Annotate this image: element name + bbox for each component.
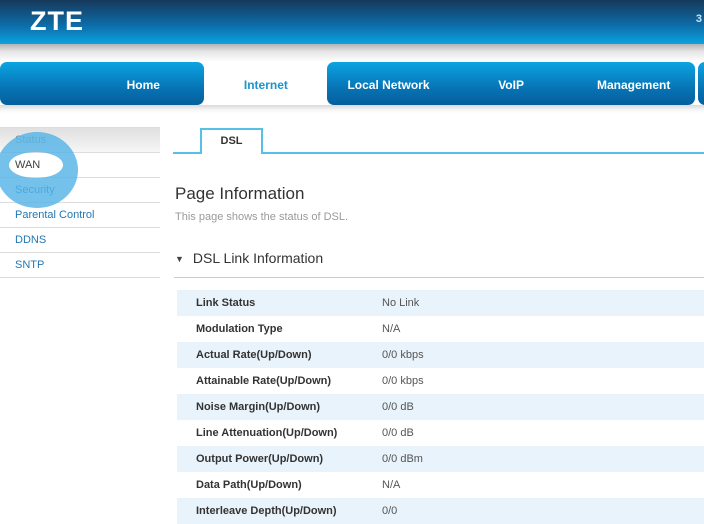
zte-logo: ZTE (30, 6, 84, 37)
table-row: Data Path(Up/Down) N/A (177, 472, 704, 498)
nav-shadow (0, 105, 704, 113)
row-label: Data Path(Up/Down) (177, 472, 382, 498)
table-row: Line Attenuation(Up/Down) 0/0 dB (177, 420, 704, 446)
row-label: Modulation Type (177, 316, 382, 342)
sidebar-item[interactable]: Status (0, 128, 160, 153)
table-row: Actual Rate(Up/Down) 0/0 kbps (177, 342, 704, 368)
header-partial-text: 3 (696, 13, 702, 25)
sidebar-item[interactable]: DDNS (0, 228, 160, 253)
sidebar-item[interactable]: WAN (0, 153, 160, 178)
row-value: 0/0 dB (382, 420, 704, 446)
row-label: Actual Rate(Up/Down) (177, 342, 382, 368)
nav-tab[interactable]: Local Network (327, 62, 450, 105)
row-value: No Link (382, 290, 704, 316)
nav-bar-cutoff-stub (698, 62, 704, 105)
page-title: Page Information (175, 184, 704, 204)
main-nav: Home Internet Local Network VoIP Managem… (0, 62, 704, 105)
row-label: Attainable Rate(Up/Down) (177, 368, 382, 394)
row-value: N/A (382, 316, 704, 342)
row-label: Line Attenuation(Up/Down) (177, 420, 382, 446)
brand-header: ZTE 3 (0, 0, 704, 44)
table-row: Interleave Depth(Up/Down) 0/0 (177, 498, 704, 524)
sidebar-item[interactable]: Parental Control (0, 203, 160, 228)
row-label: Link Status (177, 290, 382, 316)
row-label: Interleave Depth(Up/Down) (177, 498, 382, 524)
section-title: DSL Link Information (193, 250, 323, 266)
nav-tab[interactable]: VoIP (450, 62, 573, 105)
row-value: 0/0 dB (382, 394, 704, 420)
sidebar-menu: Status WAN Security Parental Control DDN… (0, 127, 160, 278)
dsl-link-info-table: Link Status No Link Modulation Type N/A … (177, 290, 704, 524)
nav-tabs: Home Internet Local Network VoIP Managem… (82, 62, 695, 105)
section-header: ▼ DSL Link Information (174, 250, 704, 278)
nav-tab[interactable]: Management (572, 62, 695, 105)
table-row: Link Status No Link (177, 290, 704, 316)
table-row: Attainable Rate(Up/Down) 0/0 kbps (177, 368, 704, 394)
row-label: Output Power(Up/Down) (177, 446, 382, 472)
collapse-triangle-icon[interactable]: ▼ (175, 254, 184, 264)
row-value: N/A (382, 472, 704, 498)
sidebar-item[interactable]: SNTP (0, 253, 160, 278)
table-row: Output Power(Up/Down) 0/0 dBm (177, 446, 704, 472)
row-label: Noise Margin(Up/Down) (177, 394, 382, 420)
content-area: DSL Page Information This page shows the… (174, 126, 704, 524)
nav-tab[interactable]: Home (82, 62, 205, 105)
page-description: This page shows the status of DSL. (175, 211, 704, 223)
table-row: Noise Margin(Up/Down) 0/0 dB (177, 394, 704, 420)
row-value: 0/0 kbps (382, 342, 704, 368)
row-value: 0/0 kbps (382, 368, 704, 394)
row-value: 0/0 (382, 498, 704, 524)
header-shadow (0, 44, 704, 61)
nav-tab[interactable]: Internet (205, 62, 328, 105)
table-row: Modulation Type N/A (177, 316, 704, 342)
tab-dsl[interactable]: DSL (200, 128, 263, 154)
sidebar-item[interactable]: Security (0, 178, 160, 203)
row-value: 0/0 dBm (382, 446, 704, 472)
